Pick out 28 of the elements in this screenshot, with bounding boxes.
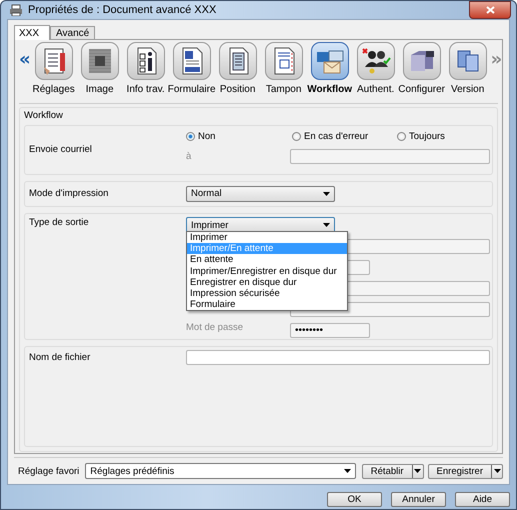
group-title: Workflow: [24, 110, 64, 121]
field-label: à: [186, 151, 192, 162]
field-label: Type de sortie: [29, 217, 90, 228]
reset-button[interactable]: Rétablir: [362, 464, 424, 478]
radio-label: Non: [198, 130, 216, 142]
list-option[interactable]: Imprimer: [187, 232, 347, 244]
dialog-button[interactable]: Aide: [455, 492, 510, 507]
radio-label: En cas d'erreur: [304, 130, 368, 142]
dialog-button[interactable]: OK: [327, 492, 382, 507]
list-option[interactable]: En attente: [187, 254, 347, 266]
field-label: Envoie courriel: [29, 144, 93, 155]
field-label: Réglage favori: [18, 466, 80, 476]
field-label: Nom de fichier: [29, 352, 92, 363]
tab[interactable]: XXX: [14, 25, 50, 40]
radio-label: Toujours: [409, 130, 445, 142]
tab[interactable]: Avancé: [50, 26, 96, 39]
dropdown[interactable]: Normal: [186, 186, 335, 202]
list-option[interactable]: Imprimer/Enregistrer en disque dur: [187, 266, 347, 277]
field-label: Mode d'impression: [29, 188, 110, 199]
window-title: Propriétés de : Document avancé XXX: [28, 4, 218, 16]
field-label: Mot de passe: [186, 322, 244, 333]
dropdown[interactable]: Réglages prédéfinis: [85, 463, 356, 479]
dialog-button[interactable]: Annuler: [391, 492, 446, 507]
password-field[interactable]: ••••••••: [290, 323, 370, 338]
list-option[interactable]: Enregistrer en disque dur: [187, 276, 347, 288]
save-button[interactable]: Enregistrer: [428, 464, 503, 478]
list-option[interactable]: Formulaire: [187, 299, 347, 310]
list-option[interactable]: Impression sécurisée: [187, 288, 347, 300]
